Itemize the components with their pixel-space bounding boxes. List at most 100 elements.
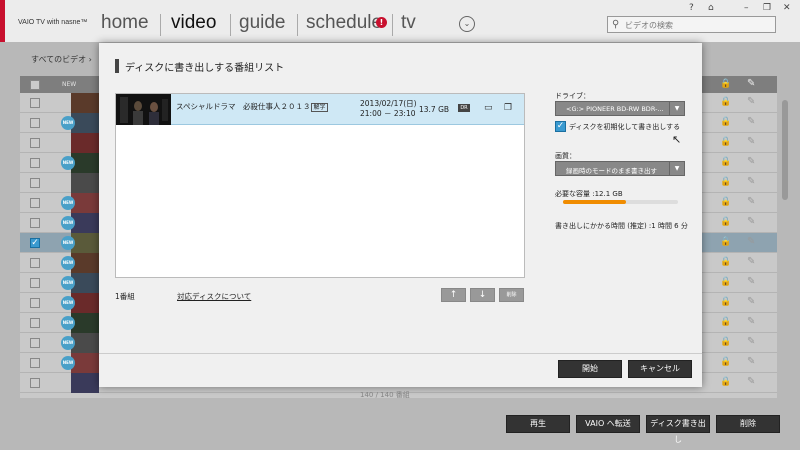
row-checkbox[interactable] — [30, 158, 40, 168]
lock-icon[interactable]: 🔒 — [720, 377, 731, 387]
edit-icon[interactable]: ✎ — [747, 236, 755, 247]
disc-drive-icon: ▭ — [484, 103, 493, 113]
edit-icon[interactable]: ✎ — [747, 316, 755, 327]
quality-select[interactable]: 録画時のモードのまま書き出す ▼ — [555, 161, 685, 176]
edit-icon[interactable]: ✎ — [747, 356, 755, 367]
row-checkbox[interactable]: ✓ — [30, 238, 40, 248]
row-checkbox[interactable] — [30, 198, 40, 208]
row-checkbox[interactable] — [30, 338, 40, 348]
supported-discs-link[interactable]: 対応ディスクについて — [177, 291, 251, 302]
start-button[interactable]: 開始 — [558, 360, 622, 378]
edit-icon[interactable]: ✎ — [747, 136, 755, 147]
nav-home[interactable]: home — [101, 12, 149, 34]
delete-button[interactable]: 削除 — [716, 415, 780, 433]
edit-icon[interactable]: ✎ — [747, 296, 755, 307]
init-disc-label: ディスクを初期化して書き出しする — [569, 123, 681, 131]
program-count: 1番組 — [115, 292, 135, 301]
nav-video[interactable]: video — [171, 12, 216, 34]
help-icon[interactable]: ? — [689, 3, 694, 13]
device-icon[interactable]: ⌂ — [708, 3, 714, 13]
program-list: スペシャルドラマ 必殺仕事人２０１３ 解字 2013/02/17(日) 21:00… — [115, 93, 525, 278]
lock-icon[interactable]: 🔒 — [720, 117, 731, 127]
row-checkbox[interactable] — [30, 178, 40, 188]
edit-icon[interactable]: ✎ — [747, 96, 755, 107]
row-thumbnail — [71, 113, 99, 133]
row-thumbnail — [71, 153, 99, 173]
restore-icon[interactable]: ❐ — [763, 3, 771, 13]
new-badge: NEW — [61, 236, 75, 250]
row-checkbox[interactable] — [30, 118, 40, 128]
program-row[interactable]: スペシャルドラマ 必殺仕事人２０１３ 解字 2013/02/17(日) 21:00… — [116, 94, 524, 125]
row-thumbnail — [71, 173, 99, 193]
edit-icon[interactable]: ✎ — [747, 376, 755, 387]
move-up-button[interactable]: ↑ — [441, 288, 466, 302]
chevron-down-icon: ▼ — [669, 162, 684, 175]
nav-tv[interactable]: tv — [401, 12, 416, 34]
lock-icon[interactable]: 🔒 — [720, 237, 731, 247]
capacity-bar-fill — [563, 200, 627, 204]
edit-icon[interactable]: ✎ — [747, 216, 755, 227]
drive-select[interactable]: <G:> PIONEER BD-RW BDR-... ▼ — [555, 101, 685, 116]
lock-icon[interactable]: 🔒 — [720, 297, 731, 307]
row-checkbox[interactable] — [30, 318, 40, 328]
edit-icon[interactable]: ✎ — [747, 156, 755, 167]
select-all-checkbox[interactable] — [30, 80, 40, 90]
lock-icon[interactable]: 🔒 — [720, 197, 731, 207]
new-badge: NEW — [61, 196, 75, 210]
play-button[interactable]: 再生 — [506, 415, 570, 433]
edit-icon[interactable]: ✎ — [747, 116, 755, 127]
lock-icon[interactable]: 🔒 — [720, 217, 731, 227]
list-scrollbar[interactable] — [782, 100, 788, 200]
program-datetime: 2013/02/17(日) 21:00 － 23:10 — [360, 99, 417, 119]
move-down-button[interactable]: ↓ — [470, 288, 495, 302]
lock-icon[interactable]: 🔒 — [720, 357, 731, 367]
row-checkbox[interactable] — [30, 378, 40, 388]
transfer-to-vaio-button[interactable]: VAIO へ転送 — [576, 415, 640, 433]
row-checkbox[interactable] — [30, 218, 40, 228]
quality-label: 画質： — [555, 152, 576, 160]
row-checkbox[interactable] — [30, 258, 40, 268]
lock-icon: 🔒 — [720, 79, 732, 89]
edit-icon[interactable]: ✎ — [747, 196, 755, 207]
row-thumbnail — [71, 253, 99, 273]
new-badge: NEW — [61, 296, 75, 310]
edit-icon[interactable]: ✎ — [747, 256, 755, 267]
capacity-label: 必要な容量 :12.1 GB — [555, 190, 623, 198]
lock-icon[interactable]: 🔒 — [720, 277, 731, 287]
top-app-bar: VAIO TV with nasne™ home video guide sch… — [0, 0, 800, 42]
edit-icon[interactable]: ✎ — [747, 336, 755, 347]
lock-icon[interactable]: 🔒 — [720, 157, 731, 167]
program-size: 13.7 GB — [419, 105, 450, 114]
lock-icon[interactable]: 🔒 — [720, 177, 731, 187]
row-checkbox[interactable] — [30, 138, 40, 148]
title-accent — [115, 59, 119, 73]
nav-schedule[interactable]: schedule — [306, 12, 382, 34]
row-checkbox[interactable] — [30, 278, 40, 288]
search-input[interactable]: ⚲ ビデオの検索 — [607, 16, 776, 33]
lock-icon[interactable]: 🔒 — [720, 337, 731, 347]
cancel-button[interactable]: キャンセル — [628, 360, 692, 378]
close-icon[interactable]: ✕ — [783, 3, 791, 13]
lock-icon[interactable]: 🔒 — [720, 257, 731, 267]
nav-divider — [392, 14, 393, 36]
minimize-icon[interactable]: – — [744, 3, 749, 13]
lock-icon[interactable]: 🔒 — [720, 137, 731, 147]
breadcrumb[interactable]: すべてのビデオ › — [31, 54, 92, 65]
remove-button[interactable]: 削除 — [499, 288, 524, 302]
drive-label: ドライブ： — [555, 92, 590, 100]
lock-icon[interactable]: 🔒 — [720, 97, 731, 107]
row-thumbnail — [71, 93, 99, 113]
new-badge: NEW — [61, 156, 75, 170]
new-badge: NEW — [61, 116, 75, 130]
edit-icon[interactable]: ✎ — [747, 276, 755, 287]
row-checkbox[interactable] — [30, 358, 40, 368]
header-new-label: NEW — [62, 81, 77, 88]
nav-guide[interactable]: guide — [239, 12, 286, 34]
init-disc-checkbox[interactable]: ✓ — [555, 121, 566, 132]
lock-icon[interactable]: 🔒 — [720, 317, 731, 327]
chevron-down-icon[interactable]: ⌄ — [459, 16, 475, 32]
row-checkbox[interactable] — [30, 98, 40, 108]
edit-icon[interactable]: ✎ — [747, 176, 755, 187]
disc-export-button[interactable]: ディスク書き出し — [646, 415, 710, 444]
row-checkbox[interactable] — [30, 298, 40, 308]
